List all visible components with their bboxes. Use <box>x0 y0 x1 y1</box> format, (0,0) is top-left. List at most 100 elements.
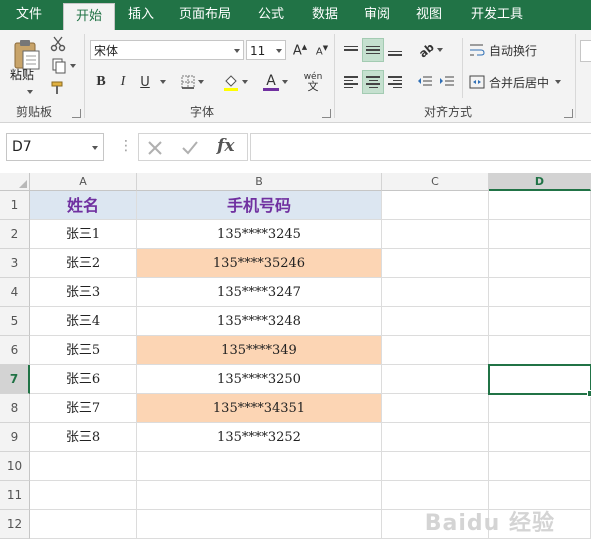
empty-cell[interactable] <box>137 452 382 481</box>
empty-cell[interactable] <box>382 394 489 423</box>
align-center-button[interactable] <box>362 70 384 94</box>
bold-button[interactable]: B <box>90 70 112 94</box>
tab-file[interactable]: 文件 <box>0 0 58 30</box>
empty-cell[interactable] <box>382 220 489 249</box>
tab-developer[interactable]: 开发工具 <box>462 0 532 30</box>
empty-cell[interactable] <box>382 307 489 336</box>
tab-review[interactable]: 审阅 <box>354 0 400 30</box>
align-left-button[interactable] <box>340 70 362 94</box>
tab-home[interactable]: 开始 <box>63 3 115 31</box>
empty-cell[interactable] <box>489 423 591 452</box>
empty-cell[interactable] <box>30 510 137 539</box>
empty-cell[interactable] <box>382 336 489 365</box>
phone-cell[interactable]: 135****3245 <box>137 220 382 249</box>
row-header[interactable]: 3 <box>0 249 30 278</box>
empty-cell[interactable] <box>489 365 591 394</box>
cut-button[interactable] <box>46 32 70 56</box>
decrease-indent-button[interactable] <box>414 70 436 94</box>
empty-cell[interactable] <box>382 423 489 452</box>
decrease-font-size-button[interactable]: A▼ <box>312 39 332 63</box>
header-cell-name[interactable]: 姓名 <box>30 191 137 220</box>
column-header-b[interactable]: B <box>137 173 382 191</box>
align-top-button[interactable] <box>340 38 362 62</box>
row-header[interactable]: 8 <box>0 394 30 423</box>
tab-insert[interactable]: 插入 <box>118 0 164 30</box>
empty-cell[interactable] <box>489 452 591 481</box>
wrap-text-button[interactable]: 自动换行 <box>468 38 550 62</box>
align-middle-button[interactable] <box>362 38 384 62</box>
format-painter-button[interactable] <box>46 77 70 99</box>
row-header-selected[interactable]: 7 <box>0 365 30 394</box>
row-header[interactable]: 12 <box>0 510 30 539</box>
phone-cell[interactable]: 135****34351 <box>137 394 382 423</box>
row-header[interactable]: 10 <box>0 452 30 481</box>
empty-cell[interactable] <box>489 191 591 220</box>
font-color-dropdown-icon[interactable] <box>282 80 288 84</box>
alignment-launcher-icon[interactable] <box>564 109 573 118</box>
cancel-icon[interactable] <box>147 140 163 156</box>
increase-font-size-button[interactable]: A▲ <box>290 39 310 63</box>
empty-cell[interactable] <box>489 307 591 336</box>
phone-cell[interactable]: 135****3252 <box>137 423 382 452</box>
formula-input[interactable] <box>250 133 591 161</box>
row-header[interactable]: 4 <box>0 278 30 307</box>
row-header[interactable]: 2 <box>0 220 30 249</box>
empty-cell[interactable] <box>489 336 591 365</box>
empty-cell[interactable] <box>137 510 382 539</box>
number-format-select[interactable] <box>580 40 591 62</box>
name-cell[interactable]: 张三1 <box>30 220 137 249</box>
italic-button[interactable]: I <box>112 70 134 94</box>
insert-function-icon[interactable]: fx <box>217 136 234 156</box>
name-cell[interactable]: 张三3 <box>30 278 137 307</box>
font-size-select[interactable]: 11 <box>246 40 286 60</box>
phonetic-guide-button[interactable]: wén 文 <box>296 68 330 96</box>
paste-dropdown-icon[interactable] <box>27 90 33 94</box>
enter-check-icon[interactable] <box>181 140 199 156</box>
empty-cell[interactable] <box>30 452 137 481</box>
empty-cell[interactable] <box>382 249 489 278</box>
row-header[interactable]: 11 <box>0 481 30 510</box>
empty-cell[interactable] <box>382 365 489 394</box>
empty-cell[interactable] <box>489 278 591 307</box>
name-cell[interactable]: 张三2 <box>30 249 137 278</box>
row-header[interactable]: 1 <box>0 191 30 220</box>
phone-cell[interactable]: 135****3250 <box>137 365 382 394</box>
underline-button[interactable]: U <box>134 70 156 94</box>
column-header-c[interactable]: C <box>382 173 489 191</box>
select-all-button[interactable] <box>0 173 30 191</box>
tab-view[interactable]: 视图 <box>406 0 452 30</box>
orientation-button[interactable]: ab <box>414 38 448 62</box>
empty-cell[interactable] <box>137 481 382 510</box>
name-cell[interactable]: 张三8 <box>30 423 137 452</box>
empty-cell[interactable] <box>489 220 591 249</box>
merge-center-button[interactable]: 合并后居中 <box>468 70 570 94</box>
empty-cell[interactable] <box>382 278 489 307</box>
tab-data[interactable]: 数据 <box>302 0 348 30</box>
row-header[interactable]: 9 <box>0 423 30 452</box>
empty-cell[interactable] <box>30 481 137 510</box>
borders-button[interactable] <box>176 70 208 94</box>
row-header[interactable]: 5 <box>0 307 30 336</box>
column-header-a[interactable]: A <box>30 173 137 191</box>
align-right-button[interactable] <box>384 70 406 94</box>
name-cell[interactable]: 张三4 <box>30 307 137 336</box>
align-bottom-button[interactable] <box>384 38 406 62</box>
increase-indent-button[interactable] <box>436 70 458 94</box>
name-cell[interactable]: 张三6 <box>30 365 137 394</box>
row-header[interactable]: 6 <box>0 336 30 365</box>
clipboard-launcher-icon[interactable] <box>72 109 81 118</box>
header-cell-phone[interactable]: 手机号码 <box>137 191 382 220</box>
empty-cell[interactable] <box>382 191 489 220</box>
copy-button[interactable] <box>46 55 80 77</box>
empty-cell[interactable] <box>489 249 591 278</box>
fill-color-button[interactable] <box>218 70 252 94</box>
name-cell[interactable]: 张三7 <box>30 394 137 423</box>
name-cell[interactable]: 张三5 <box>30 336 137 365</box>
phone-cell[interactable]: 135****3247 <box>137 278 382 307</box>
empty-cell[interactable] <box>382 452 489 481</box>
tab-page-layout[interactable]: 页面布局 <box>170 0 240 30</box>
name-box[interactable]: D7 <box>6 133 104 161</box>
font-name-select[interactable]: 宋体 <box>90 40 244 60</box>
phone-cell[interactable]: 135****349 <box>137 336 382 365</box>
font-launcher-icon[interactable] <box>322 109 331 118</box>
